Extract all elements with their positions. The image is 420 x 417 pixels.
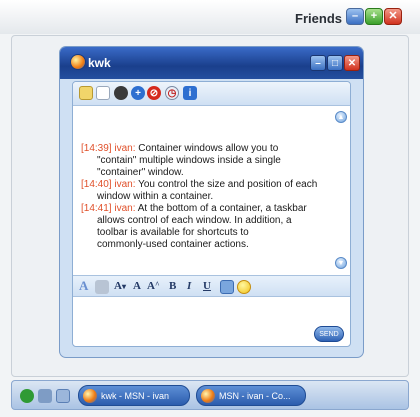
message-timestamp: [14:39] — [81, 143, 112, 154]
chat-titlebar[interactable]: kwk – □ ✕ — [60, 47, 363, 79]
taskbar-item-msn[interactable]: MSN - ivan - Co... — [196, 385, 306, 406]
message-text: "container" window. — [97, 167, 184, 178]
message-timestamp: [14:41] — [81, 203, 112, 214]
container-titlebar[interactable]: Friends – + ✕ — [0, 0, 420, 34]
message-sender: ivan: — [114, 203, 136, 214]
container-taskbar: kwk - MSN - ivan MSN - ivan - Co... — [11, 380, 409, 410]
chat-toolbar: + ⊘ ◷ i — [73, 82, 350, 106]
message-sender: ivan: — [114, 143, 136, 154]
container-title: Friends — [295, 11, 342, 26]
message-text: You control the size and position of eac… — [138, 179, 318, 190]
camera-icon[interactable] — [114, 86, 128, 100]
message-text: At the bottom of a container, a taskbar — [137, 203, 307, 214]
maximize-button[interactable]: + — [365, 8, 383, 25]
message-text: commonly-used container actions. — [97, 239, 249, 250]
message-item: [14:41] ivan: At the bottom of a contain… — [81, 203, 331, 251]
status-icon[interactable] — [20, 389, 34, 403]
message-text: window within a container. — [97, 191, 214, 202]
font-smaller-button[interactable]: A▾ — [114, 280, 126, 292]
chat-title: kwk — [88, 56, 111, 70]
invite-icon[interactable]: + — [131, 86, 145, 100]
scroll-down-icon[interactable]: ▼ — [335, 257, 347, 269]
msn-logo-icon — [70, 54, 86, 70]
scroll-up-icon[interactable]: ▲ — [335, 111, 347, 123]
history-scrollbar[interactable]: ▲ ▼ — [334, 109, 348, 273]
font-larger-button[interactable]: A^ — [147, 280, 160, 292]
bold-button[interactable]: B — [169, 280, 176, 292]
taskbar-item-kwk[interactable]: kwk - MSN - ivan — [78, 385, 190, 406]
italic-button[interactable]: I — [187, 280, 191, 292]
wink-icon[interactable] — [220, 280, 234, 294]
chat-minimize-button[interactable]: – — [310, 55, 326, 71]
message-history: [14:39] ivan: Container windows allow yo… — [73, 107, 337, 273]
message-timestamp: [14:40] — [81, 179, 112, 190]
info-icon[interactable]: i — [183, 86, 197, 100]
message-item: [14:39] ivan: Container windows allow yo… — [81, 143, 331, 179]
send-button[interactable]: SEND — [314, 326, 344, 342]
file-icon[interactable] — [96, 86, 110, 100]
message-text: "contain" multiple windows inside a sing… — [97, 155, 281, 166]
taskbar-item-label: kwk - MSN - ivan — [101, 390, 170, 401]
font-color-icon[interactable]: A — [79, 278, 88, 294]
message-text: allows control of each window. In additi… — [97, 215, 292, 226]
font-smaller-label: A — [114, 280, 122, 292]
msn-logo-icon — [83, 389, 97, 403]
close-button[interactable]: ✕ — [384, 8, 402, 25]
taskbar-item-label: MSN - ivan - Co... — [219, 390, 291, 401]
clock-icon[interactable]: ◷ — [165, 86, 179, 100]
underline-button[interactable]: U — [203, 280, 211, 292]
format-toolbar: A A▾ A A^ B I U — [73, 275, 350, 297]
cascade-windows-icon[interactable] — [56, 389, 70, 403]
message-text: toolbar is available for shortcuts to — [97, 227, 249, 238]
message-sender: ivan: — [114, 179, 136, 190]
message-input[interactable]: SEND — [73, 298, 350, 346]
emoticon-icon[interactable] — [237, 280, 251, 294]
chat-close-button[interactable]: ✕ — [344, 55, 360, 71]
background-color-icon[interactable] — [95, 280, 109, 294]
envelope-icon[interactable] — [79, 86, 93, 100]
chat-window: kwk – □ ✕ + ⊘ ◷ i [14:39] ivan: Containe… — [60, 47, 363, 357]
chat-maximize-button[interactable]: □ — [327, 55, 343, 71]
chat-body: + ⊘ ◷ i [14:39] ivan: Container windows … — [72, 81, 351, 347]
minimize-button[interactable]: – — [346, 8, 364, 25]
font-button[interactable]: A — [133, 280, 141, 292]
message-text: Container windows allow you to — [138, 143, 279, 154]
tile-windows-icon[interactable] — [38, 389, 52, 403]
container-window: Friends – + ✕ kwk – □ ✕ + ⊘ ◷ i [14:39] … — [0, 0, 420, 417]
msn-logo-icon — [201, 389, 215, 403]
font-larger-label: A — [147, 280, 155, 292]
block-icon[interactable]: ⊘ — [147, 86, 161, 100]
message-item: [14:40] ivan: You control the size and p… — [81, 179, 331, 203]
